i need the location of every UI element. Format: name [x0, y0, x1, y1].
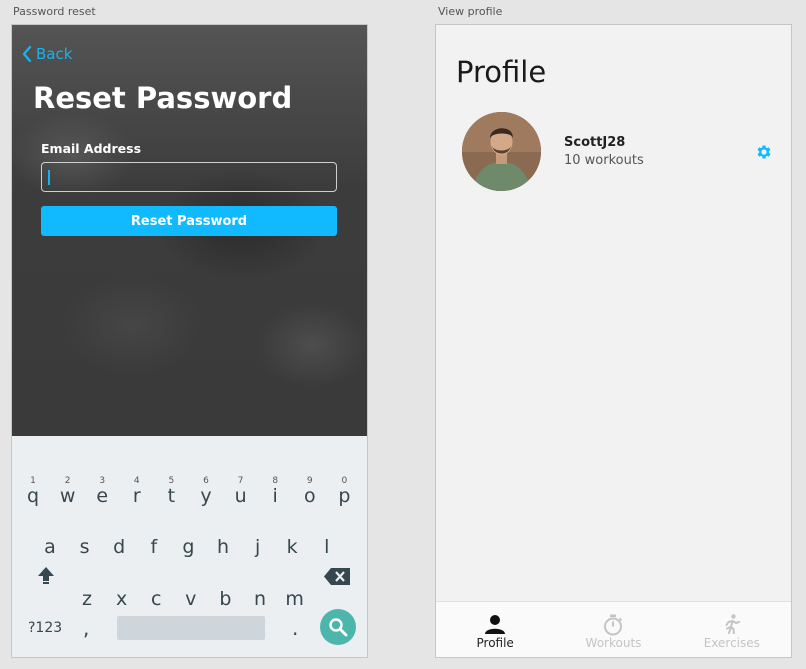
key-a[interactable]: a	[33, 526, 67, 566]
gear-icon	[757, 145, 771, 159]
avatar	[462, 112, 541, 191]
workout-count: 10 workouts	[564, 153, 644, 168]
key-char: d	[113, 536, 126, 558]
person-icon	[485, 615, 506, 634]
key-char: y	[200, 485, 212, 507]
key-c[interactable]: c	[139, 579, 173, 619]
key-q[interactable]: 1q	[16, 476, 50, 519]
key-char: m	[285, 588, 304, 610]
tab-workouts[interactable]: Workouts	[554, 602, 672, 657]
key-char: f	[150, 536, 158, 558]
chevron-left-icon	[22, 46, 32, 62]
key-char: q	[26, 485, 40, 507]
key-x[interactable]: x	[105, 579, 139, 619]
bottom-tab-bar: Profile Workouts Exercises	[436, 601, 791, 657]
key-m[interactable]: m	[278, 579, 312, 619]
password-reset-screen: Back Reset Password Email Address Reset …	[11, 24, 368, 658]
key-e[interactable]: 3e	[85, 476, 119, 519]
key-char: r	[132, 485, 141, 507]
runner-icon	[725, 614, 740, 634]
key-char: i	[272, 485, 278, 507]
email-label: Email Address	[41, 141, 142, 156]
settings-button[interactable]	[755, 143, 773, 161]
key-i[interactable]: 8i	[258, 476, 292, 519]
shift-key[interactable]	[36, 565, 56, 589]
key-o[interactable]: 9o	[293, 476, 327, 519]
key-h[interactable]: h	[206, 526, 240, 566]
key-u[interactable]: 7u	[224, 476, 258, 519]
text-caret	[48, 170, 50, 185]
key-char: u	[234, 485, 247, 507]
page-title: Reset Password	[33, 81, 293, 115]
tab-label: Profile	[476, 636, 514, 650]
key-char: c	[150, 588, 162, 610]
reset-password-button[interactable]: Reset Password	[41, 206, 337, 236]
tab-label: Exercises	[703, 636, 760, 650]
key-char: t	[167, 485, 176, 507]
artboard-label-view-profile: View profile	[438, 5, 503, 18]
key-char: z	[82, 588, 92, 610]
search-key[interactable]	[320, 609, 356, 645]
key-r[interactable]: 4r	[120, 476, 154, 519]
key-z[interactable]: z	[70, 579, 104, 619]
key-k[interactable]: k	[275, 526, 309, 566]
key-w[interactable]: 2w	[51, 476, 85, 519]
key-char: h	[216, 536, 230, 558]
tab-label: Workouts	[585, 636, 642, 650]
period-key[interactable]: .	[292, 616, 298, 640]
key-char: w	[59, 485, 76, 507]
symbols-key[interactable]: ?123	[28, 620, 62, 636]
avatar-photo	[462, 112, 541, 191]
key-char: a	[44, 536, 56, 558]
profile-screen: Profile ScottJ28 10 workouts Profile Wor…	[435, 24, 792, 658]
key-char: v	[185, 588, 197, 610]
key-t[interactable]: 5t	[154, 476, 188, 519]
back-label: Back	[36, 45, 73, 63]
key-g[interactable]: g	[171, 526, 205, 566]
key-char: l	[324, 536, 330, 558]
email-field[interactable]	[41, 162, 337, 192]
key-char: j	[254, 536, 261, 558]
artboard-label-password-reset: Password reset	[13, 5, 96, 18]
page-title: Profile	[456, 55, 547, 89]
key-char: e	[96, 485, 109, 507]
key-char: b	[219, 588, 232, 610]
key-char: n	[253, 588, 267, 610]
backspace-icon	[324, 568, 350, 585]
key-f[interactable]: f	[137, 526, 171, 566]
tab-exercises[interactable]: Exercises	[673, 602, 791, 657]
search-icon	[329, 618, 348, 637]
username: ScottJ28	[564, 135, 626, 150]
shift-arrow-icon	[38, 567, 54, 584]
backspace-key[interactable]	[324, 568, 350, 589]
key-l[interactable]: l	[310, 526, 344, 566]
stopwatch-icon	[604, 614, 623, 636]
back-button[interactable]: Back	[22, 45, 72, 63]
key-n[interactable]: n	[243, 579, 277, 619]
reset-password-button-label: Reset Password	[130, 213, 248, 229]
key-char: x	[115, 588, 128, 610]
key-char: p	[338, 485, 351, 507]
tab-profile[interactable]: Profile	[436, 602, 554, 657]
onscreen-keyboard: 1q2w3e4r5t6y7u8i9o0p a s d f gh j k l z xc vbnm ?…	[12, 436, 367, 657]
key-y[interactable]: 6y	[189, 476, 223, 519]
comma-key[interactable]: ,	[83, 616, 89, 640]
key-char: k	[286, 536, 298, 558]
key-v[interactable]: v	[174, 579, 208, 619]
key-d[interactable]: d	[102, 526, 136, 566]
key-p[interactable]: 0p	[327, 476, 361, 519]
key-s[interactable]: s	[68, 526, 102, 566]
key-char: s	[79, 536, 90, 558]
key-char: o	[303, 485, 316, 507]
key-j[interactable]: j	[241, 526, 275, 566]
key-char: g	[182, 536, 195, 558]
space-key[interactable]	[117, 616, 265, 640]
key-b[interactable]: b	[208, 579, 242, 619]
